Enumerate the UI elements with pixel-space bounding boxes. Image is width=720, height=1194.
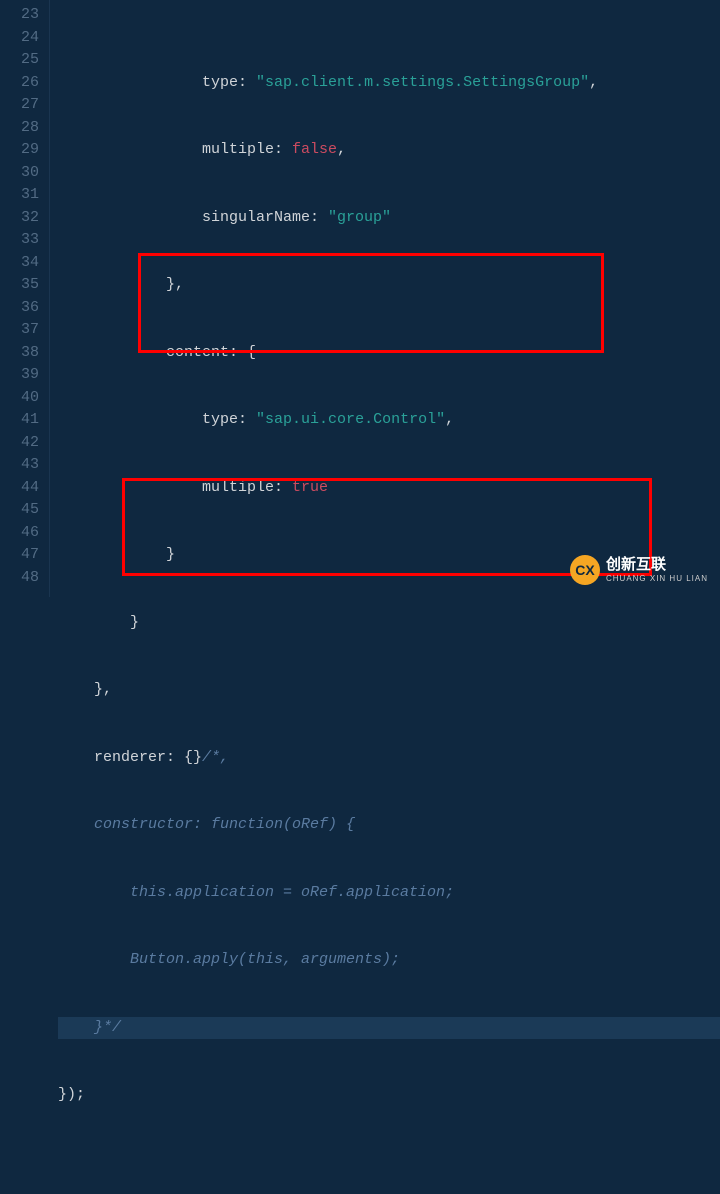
code-line[interactable]: constructor: function(oRef) { [58,814,720,837]
code-line[interactable]: content: { [58,342,720,365]
code-editor[interactable]: 2324252627282930313233343536373839404142… [0,0,720,597]
line-number: 41 [6,409,39,432]
line-number: 34 [6,252,39,275]
code-line[interactable]: }, [58,679,720,702]
code-line[interactable]: } [58,612,720,635]
code-area[interactable]: type: "sap.client.m.settings.SettingsGro… [50,0,720,597]
code-line[interactable]: }); [58,1084,720,1107]
line-number: 36 [6,297,39,320]
line-number: 30 [6,162,39,185]
line-number: 32 [6,207,39,230]
line-number: 39 [6,364,39,387]
code-line[interactable]: multiple: true [58,477,720,500]
line-number: 31 [6,184,39,207]
code-line[interactable]: }, [58,274,720,297]
line-number: 26 [6,72,39,95]
line-number: 45 [6,499,39,522]
code-line[interactable]: singularName: "group" [58,207,720,230]
code-line[interactable]: multiple: false, [58,139,720,162]
code-line[interactable]: this.application = oRef.application; [58,882,720,905]
code-line[interactable]: Button.apply(this, arguments); [58,949,720,972]
line-number: 25 [6,49,39,72]
line-number: 37 [6,319,39,342]
code-line-active[interactable]: }*/ [58,1017,720,1040]
code-line[interactable]: type: "sap.ui.core.Control", [58,409,720,432]
line-number: 28 [6,117,39,140]
line-number: 27 [6,94,39,117]
line-number: 29 [6,139,39,162]
highlight-box [138,253,604,353]
line-number: 44 [6,477,39,500]
line-number: 42 [6,432,39,455]
line-number: 38 [6,342,39,365]
code-line[interactable]: } [58,544,720,567]
line-number: 46 [6,522,39,545]
code-line[interactable]: renderer: {}/*, [58,747,720,770]
gutter: 2324252627282930313233343536373839404142… [0,0,50,597]
line-number: 33 [6,229,39,252]
line-number: 24 [6,27,39,50]
line-number: 40 [6,387,39,410]
code-line[interactable] [58,1152,720,1175]
code-line[interactable]: type: "sap.client.m.settings.SettingsGro… [58,72,720,95]
line-number: 48 [6,567,39,590]
line-number: 23 [6,4,39,27]
line-number: 43 [6,454,39,477]
line-number: 47 [6,544,39,567]
line-number: 35 [6,274,39,297]
